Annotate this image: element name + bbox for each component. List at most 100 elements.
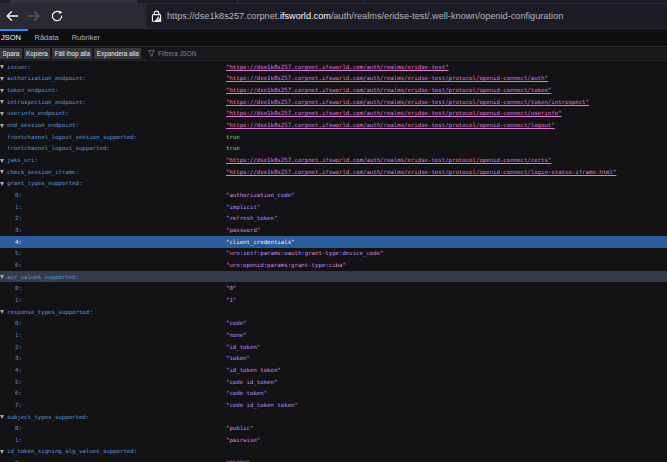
json-row-jwks_uri[interactable]: jwks_uri:"https://dse1k8s257.corpnet.ifs… [0, 154, 667, 166]
expand-arrow-icon[interactable] [0, 112, 4, 116]
json-value-link[interactable]: "https://dse1k8s257.corpnet.ifsworld.com… [226, 108, 562, 120]
json-value-link[interactable]: "https://dse1k8s257.corpnet.ifsworld.com… [226, 154, 551, 166]
json-row-5[interactable]: 5: "urn:ietf:params:oauth:grant-type:devi… [0, 248, 667, 260]
json-key: 2: [15, 215, 22, 221]
json-row-acr_values_supported[interactable]: acr_values_supported: [0, 271, 667, 283]
json-row-0[interactable]: 0:"public" [0, 422, 667, 434]
url-bar[interactable]: https://dse1k8s257.corpnet.ifsworld.com/… [146, 4, 667, 28]
json-key: 0: [15, 425, 22, 431]
json-viewer-tabs: JSON Rådata Rubriker [0, 29, 667, 47]
json-row-id_token_signing_alg_values_supported[interactable]: id_token_signing_alg_values_supported: [0, 446, 667, 458]
expand-arrow-icon[interactable] [0, 415, 4, 419]
json-value: "PS384" [226, 457, 250, 462]
json-row-0[interactable]: 0:"0" [0, 282, 667, 294]
json-row-token_endpoint[interactable]: token_endpoint:"https://dse1k8s257.corpn… [0, 84, 667, 96]
json-value-link[interactable]: "https://dse1k8s257.corpnet.ifsworld.com… [226, 84, 551, 96]
json-key: 0: [15, 285, 22, 291]
json-row-2[interactable]: 2: "id_token" [0, 341, 667, 353]
json-value: "code id_token" [226, 376, 277, 388]
toolbar-button-kopiera[interactable]: Kopiera [24, 48, 51, 60]
json-row-7[interactable]: 7:"code id_token token" [0, 399, 667, 411]
json-value: "code" [226, 317, 247, 329]
json-row-2[interactable]: 2:"refresh_token" [0, 213, 667, 225]
json-value: "client_credentials" [226, 236, 294, 248]
expand-arrow-icon[interactable] [0, 182, 4, 186]
json-value-link[interactable]: "https://dse1k8s257.corpnet.ifsworld.com… [226, 73, 548, 85]
json-row-check_session_iframe[interactable]: check_session_iframe:"https://dse1k8s257… [0, 166, 667, 178]
filter-box[interactable]: Filtrera JSON [148, 50, 196, 57]
json-key: 3: [15, 355, 22, 361]
json-row-frontchannel_logout_supported[interactable]: frontchannel_logout_supported:true [0, 143, 667, 155]
expand-arrow-icon[interactable] [0, 170, 4, 174]
json-key: 5: [15, 250, 22, 256]
json-row-response_types_supported[interactable]: response_types_supported: [0, 306, 667, 318]
json-value: "token" [226, 352, 250, 364]
toolbar-button-expandera-alla[interactable]: Expandera alla [94, 48, 141, 60]
viewer-tab-rådata[interactable]: Rådata [28, 29, 65, 46]
expand-arrow-icon[interactable] [0, 89, 4, 93]
json-row-4[interactable]: 4:"client_credentials" [0, 236, 667, 248]
expand-arrow-icon[interactable] [0, 100, 4, 104]
json-row-3[interactable]: 3: "token" [0, 352, 667, 364]
json-row-6[interactable]: 6:"urn:openid:params:grant-type:ciba" [0, 259, 667, 271]
json-row-1[interactable]: 1: "pairwise" [0, 434, 667, 446]
reload-button[interactable] [50, 9, 64, 23]
json-value: "urn:openid:params:grant-type:ciba" [226, 259, 346, 271]
toolbar-button-spara[interactable]: Spara [0, 48, 22, 60]
json-row-1[interactable]: 1:"none" [0, 329, 667, 341]
json-key: 1: [15, 437, 22, 443]
json-row-issuer[interactable]: issuer:"https://dse1k8s257.corpnet.ifswo… [0, 61, 667, 73]
back-button[interactable] [5, 9, 19, 23]
json-row-4[interactable]: 4:"id_token token" [0, 364, 667, 376]
json-row-0[interactable]: 0:"PS384" [0, 457, 667, 462]
json-value: "urn:ietf:params:oauth:grant-type:device… [226, 248, 384, 260]
json-value: "authorization_code" [226, 189, 294, 201]
json-key: introspection_endpoint: [7, 99, 86, 105]
json-key: 2: [15, 344, 22, 350]
json-value-link[interactable]: "https://dse1k8s257.corpnet.ifsworld.com… [226, 61, 449, 73]
expand-arrow-icon[interactable] [0, 310, 4, 314]
json-row-grant_types_supported[interactable]: grant_types_supported: [0, 178, 667, 190]
lock-warning-icon[interactable] [151, 10, 162, 22]
json-key: 0: [15, 192, 22, 198]
json-tree: issuer:"https://dse1k8s257.corpnet.ifswo… [0, 61, 667, 462]
json-row-5[interactable]: 5:"code id_token" [0, 376, 667, 388]
json-viewer-toolbar: SparaKopieraFäll ihop allaExpandera alla… [0, 47, 667, 61]
filter-input[interactable]: Filtrera JSON [158, 50, 196, 57]
json-row-0[interactable]: 0: "code" [0, 317, 667, 329]
json-value: "password" [226, 224, 260, 236]
json-row-userinfo_endpoint[interactable]: userinfo_endpoint:"https://dse1k8s257.co… [0, 108, 667, 120]
json-key: 0: [15, 320, 22, 326]
json-row-1[interactable]: 1:"1" [0, 294, 667, 306]
json-row-authorization_endpoint[interactable]: authorization_endpoint: "https://dse1k8s2… [0, 73, 667, 85]
json-row-subject_types_supported[interactable]: subject_types_supported: [0, 411, 667, 423]
viewer-tab-rubriker[interactable]: Rubriker [65, 29, 106, 46]
viewer-tab-label: Rådata [35, 33, 59, 42]
json-key: id_token_signing_alg_values_supported: [7, 448, 137, 454]
json-row-frontchannel_logout_session_supported[interactable]: frontchannel_logout_session_supported:tr… [0, 131, 667, 143]
json-key: 6: [15, 390, 22, 396]
expand-arrow-icon[interactable] [0, 124, 4, 128]
json-value-link[interactable]: "https://dse1k8s257.corpnet.ifsworld.com… [226, 166, 616, 178]
json-value: "id_token" [226, 341, 260, 353]
expand-arrow-icon[interactable] [0, 77, 4, 81]
expand-arrow-icon[interactable] [0, 159, 4, 163]
json-row-introspection_endpoint[interactable]: introspection_endpoint: "https://dse1k8s2… [0, 96, 667, 108]
json-value-link[interactable]: "https://dse1k8s257.corpnet.ifsworld.com… [226, 119, 555, 131]
json-row-3[interactable]: 3:"password" [0, 224, 667, 236]
json-key: authorization_endpoint: [7, 75, 86, 81]
json-row-1[interactable]: 1:"implicit" [0, 201, 667, 213]
expand-arrow-icon[interactable] [0, 65, 4, 69]
json-key: frontchannel_logout_supported: [7, 145, 110, 151]
json-row-6[interactable]: 6:"code token" [0, 387, 667, 399]
json-value: "code id_token token" [226, 399, 298, 411]
json-row-end_session_endpoint[interactable]: end_session_endpoint:"https://dse1k8s257… [0, 119, 667, 131]
json-value: "pairwise" [226, 434, 260, 446]
expand-arrow-icon[interactable] [0, 275, 4, 279]
json-row-0[interactable]: 0: "authorization_code" [0, 189, 667, 201]
forward-button[interactable] [27, 9, 41, 23]
viewer-tab-json[interactable]: JSON [0, 29, 28, 46]
expand-arrow-icon[interactable] [0, 450, 4, 454]
json-value-link[interactable]: "https://dse1k8s257.corpnet.ifsworld.com… [226, 96, 589, 108]
toolbar-button-f-ll-ihop-alla[interactable]: Fäll ihop alla [52, 48, 92, 60]
